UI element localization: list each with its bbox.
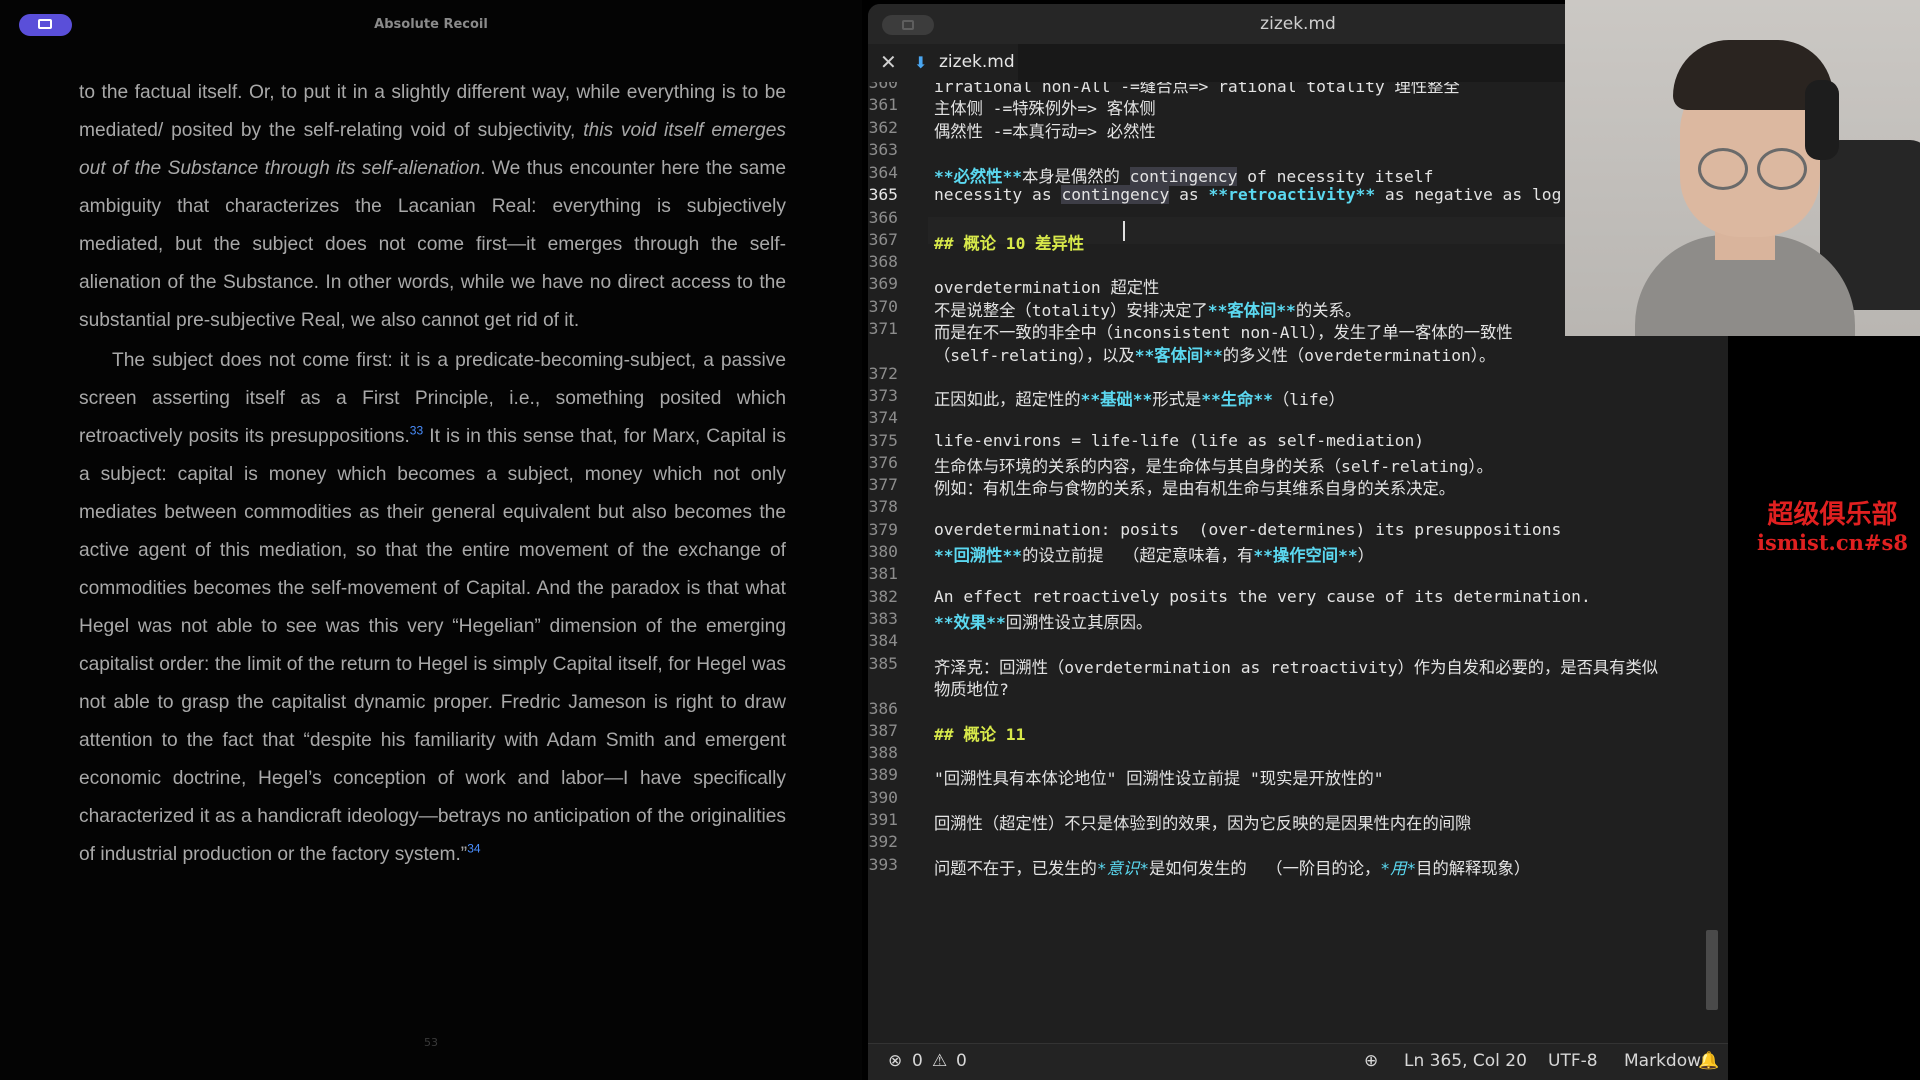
line-number: 381	[868, 564, 898, 583]
page-number: 53	[424, 1036, 438, 1049]
line-number: 387	[868, 721, 898, 740]
line-number: 393	[868, 855, 898, 874]
warning-count[interactable]: 0	[956, 1051, 967, 1071]
ebook-reader-pane: Absolute Recoil to the factual itself. O…	[0, 0, 862, 1080]
line-number: 380	[868, 542, 898, 561]
line-number: 366	[868, 208, 898, 227]
footnote-link-33[interactable]: 33	[410, 424, 423, 438]
line-number: 370	[868, 297, 898, 316]
code-line-375: life-environs = life-life (life as self-…	[934, 431, 1425, 450]
code-line-389: "回溯性具有本体论地位" 回溯性设立前提 "现实是开放性的"	[934, 769, 1384, 788]
line-number: 377	[868, 475, 898, 494]
code-line-383: **效果**回溯性设立其原因。	[934, 613, 1153, 632]
bell-icon[interactable]: 🔔	[1698, 1051, 1719, 1071]
book-page-text: to the factual itself. Or, to put it in …	[79, 74, 786, 874]
code-line-385: 齐泽克：回溯性（overdetermination as retroactivi…	[934, 658, 1659, 677]
line-number: 365	[868, 185, 898, 204]
line-number: 362	[868, 118, 898, 137]
line-number: 367	[868, 230, 898, 249]
line-number: 360	[868, 82, 898, 92]
line-number: 363	[868, 140, 898, 159]
line-number: 364	[868, 163, 898, 182]
line-number: 379	[868, 520, 898, 539]
tab-zizek-md[interactable]: ✕ ⬇ zizek.md	[868, 44, 1018, 82]
code-line-365: necessity as contingency as **retroactiv…	[934, 185, 1562, 204]
line-number: 382	[868, 587, 898, 606]
code-line-370: 不是说整全（totality）安排决定了**客体间**的关系。	[934, 301, 1361, 320]
code-line-382: An effect retroactively posits the very …	[934, 587, 1591, 606]
webcam-overlay	[1565, 0, 1920, 336]
tab-label: zizek.md	[939, 52, 1015, 72]
code-line-367: ## 概论 10 差异性	[934, 234, 1085, 253]
zoom-icon[interactable]: ⊕	[1364, 1051, 1378, 1071]
line-number: 384	[868, 631, 898, 650]
line-number: 390	[868, 788, 898, 807]
code-line-387: ## 概论 11	[934, 725, 1026, 744]
cursor-position[interactable]: Ln 365, Col 20	[1404, 1051, 1527, 1071]
code-line-391: 回溯性（超定性）不只是体验到的效果，因为它反映的是因果性内在的间隙	[934, 814, 1472, 833]
watermark: 超级俱乐部 ismist.cn#s8	[1745, 500, 1920, 556]
glasses-right-lens	[1757, 148, 1807, 190]
code-line-376: 生命体与环境的关系的内容，是生命体与其自身的关系（self-relating）。	[934, 457, 1493, 476]
error-count[interactable]: 0	[912, 1051, 923, 1071]
scrollbar-thumb[interactable]	[1706, 930, 1718, 1010]
line-number: 373	[868, 386, 898, 405]
code-line-380: **回溯性**的设立前提 （超定意味着，有**操作空间**）	[934, 546, 1374, 565]
code-line-362: 偶然性 -=本真行动=> 必然性	[934, 122, 1156, 141]
line-number: 386	[868, 699, 898, 718]
line-number: 368	[868, 252, 898, 271]
book-title: Absolute Recoil	[374, 17, 488, 32]
line-number: 369	[868, 274, 898, 293]
code-line-371-wrap: （self-relating），以及**客体间**的多义性（overdeterm…	[934, 346, 1496, 365]
line-number: 389	[868, 765, 898, 784]
line-number: 392	[868, 832, 898, 851]
warning-icon[interactable]: ⚠	[932, 1051, 947, 1071]
code-line-369: overdetermination 超定性	[934, 278, 1160, 297]
line-number: 371	[868, 319, 898, 338]
line-number: 383	[868, 609, 898, 628]
error-icon[interactable]: ⊗	[888, 1051, 902, 1071]
code-line-371: 而是在不一致的非全中（inconsistent non-All），发生了单一客体…	[934, 323, 1513, 342]
watermark-line-2: ismist.cn#s8	[1757, 530, 1908, 555]
line-number: 388	[868, 743, 898, 762]
line-number: 361	[868, 95, 898, 114]
line-number: 385	[868, 654, 898, 673]
line-number: 391	[868, 810, 898, 829]
markdown-file-icon: ⬇	[914, 53, 928, 72]
code-line-373: 正因如此，超定性的**基础**形式是**生命**（life）	[934, 390, 1345, 409]
code-line-385-wrap: 物质地位?	[934, 680, 1009, 699]
headphone	[1805, 80, 1839, 160]
line-number: 375	[868, 431, 898, 450]
paragraph-2: The subject does not come first: it is a…	[79, 350, 786, 865]
glasses-left-lens	[1698, 148, 1748, 190]
encoding-indicator[interactable]: UTF-8	[1548, 1051, 1598, 1071]
code-line-377: 例如：有机生命与食物的关系，是由有机生命与其维系自身的关系决定。	[934, 479, 1456, 498]
line-number: 378	[868, 497, 898, 516]
code-line-393: 问题不在于，已发生的*意识*是如何发生的 （一阶目的论，*用*目的解释现象）	[934, 859, 1531, 878]
line-number: 374	[868, 408, 898, 427]
code-line-379: overdetermination: posits (over-determin…	[934, 520, 1562, 539]
code-line-364: **必然性**本身是偶然的 contingency of necessity i…	[934, 167, 1434, 186]
line-number: 372	[868, 364, 898, 383]
line-number: 376	[868, 453, 898, 472]
watermark-line-1: 超级俱乐部	[1767, 500, 1898, 530]
close-icon[interactable]: ✕	[880, 50, 897, 74]
code-line-361: 主体侧 -=特殊例外=> 客体侧	[934, 99, 1156, 118]
paragraph-1: to the factual itself. Or, to put it in …	[79, 82, 786, 331]
status-bar: ⊗ 0 ⚠ 0 ⊕ Ln 365, Col 20 UTF-8 Markdown …	[868, 1043, 1728, 1080]
text-cursor	[1123, 221, 1125, 241]
footnote-link-34[interactable]: 34	[467, 842, 480, 856]
